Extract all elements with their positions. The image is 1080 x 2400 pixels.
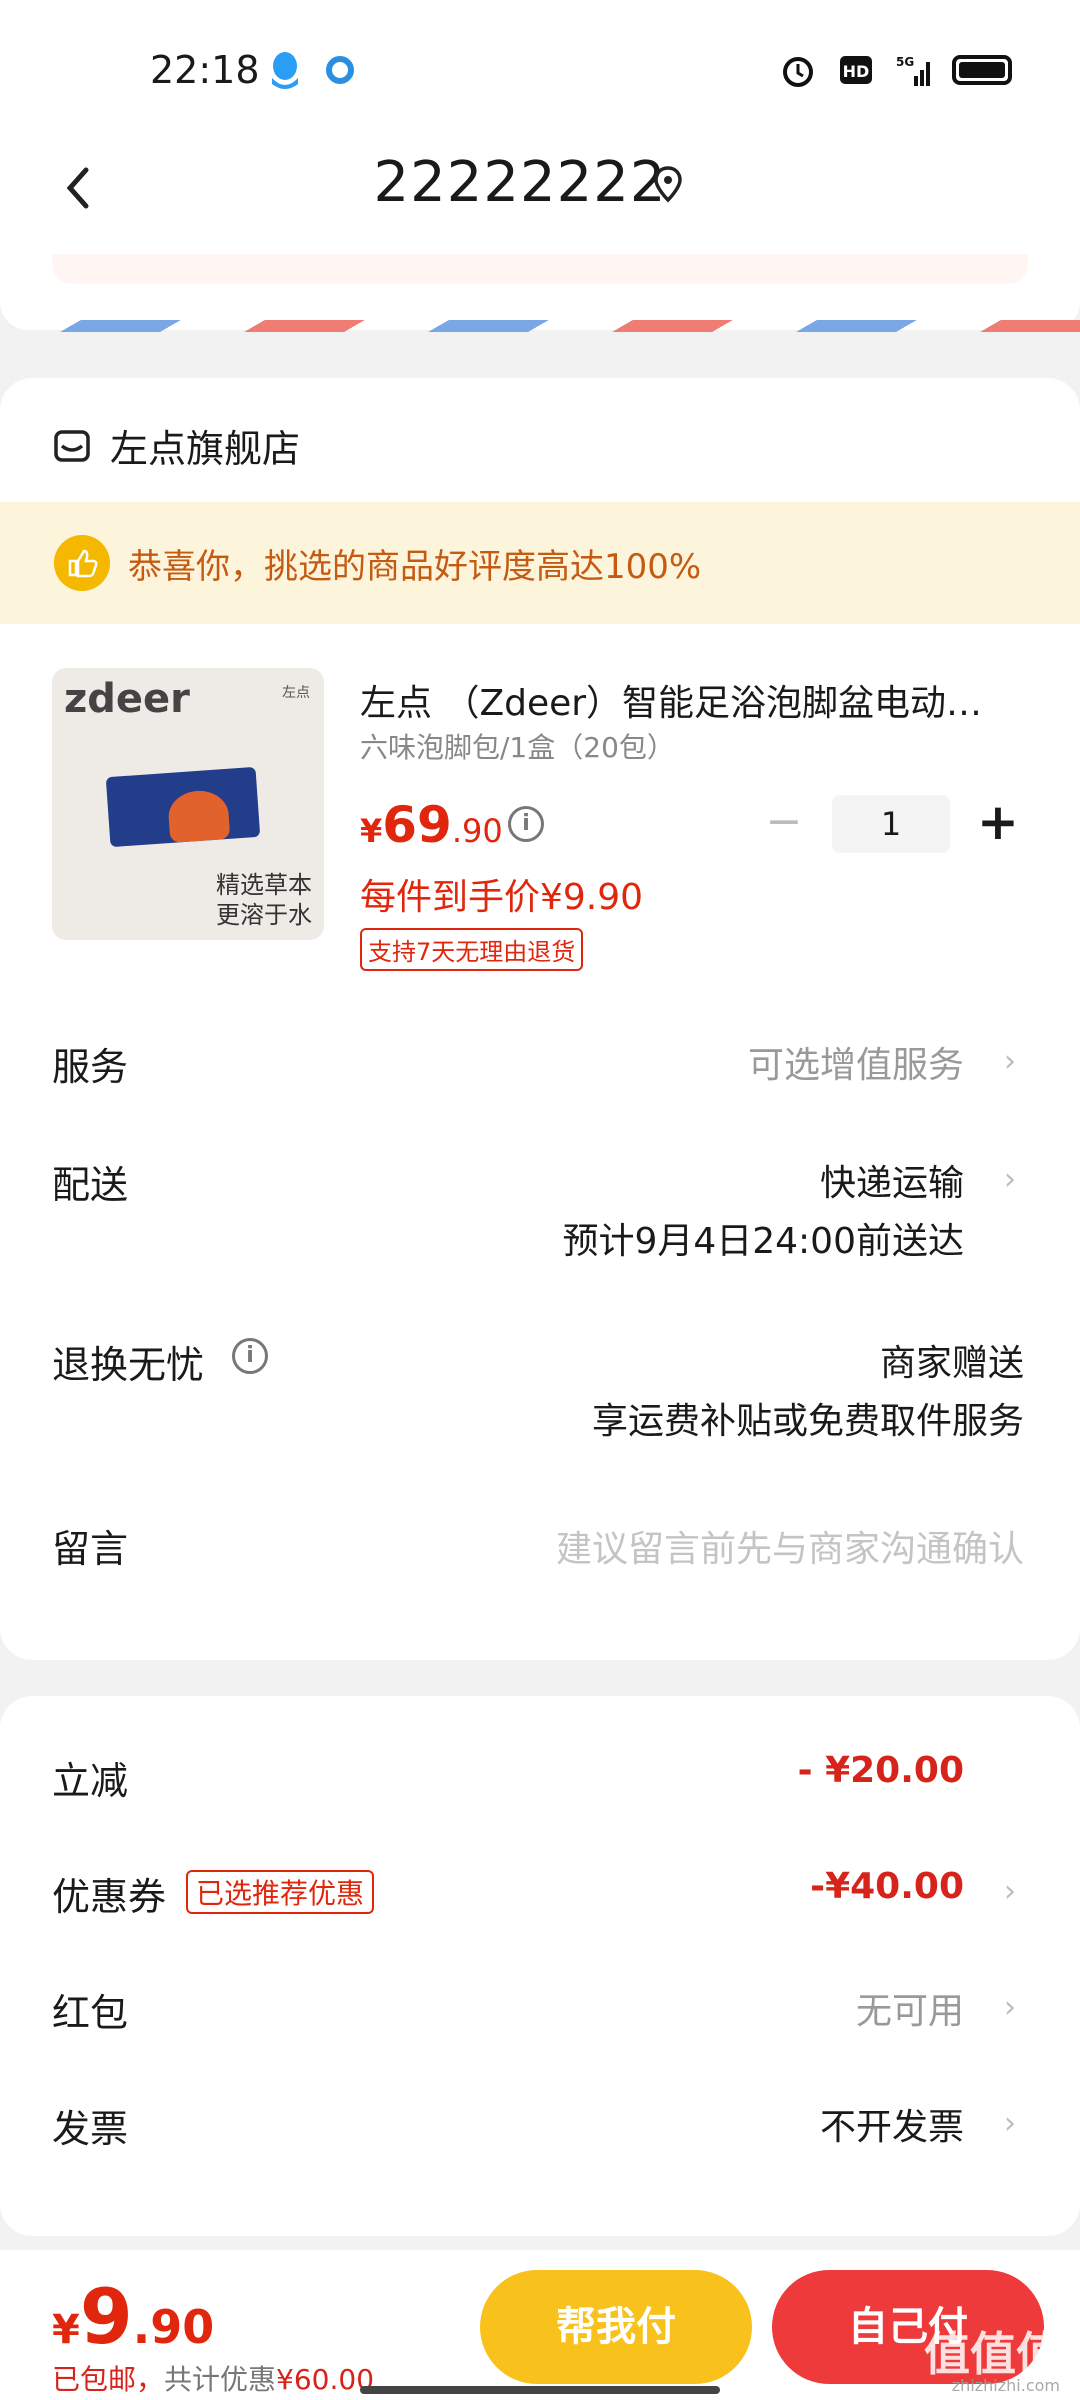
invoice-row[interactable]: 发票 不开发票 › xyxy=(52,2098,1028,2158)
redpacket-label: 红包 xyxy=(52,1991,129,2035)
product-spec[interactable]: 六味泡脚包/1盒（20包） xyxy=(360,726,675,766)
price-info-icon[interactable] xyxy=(508,806,544,842)
total-note: 已包邮，共计优惠¥60.00 xyxy=(52,2363,375,2396)
rating-banner-text: 恭喜你，挑选的商品好评度高达100% xyxy=(128,546,702,587)
page-title: 22222222 xyxy=(373,150,667,215)
hd-icon: HD xyxy=(840,56,872,84)
returns-info-icon[interactable] xyxy=(232,1338,268,1374)
status-icons: HD 5G xyxy=(778,52,1012,88)
product-image[interactable]: zdeer 左点 精选草本 更溶于水 xyxy=(52,668,324,940)
redpacket-row[interactable]: 红包 无可用 › xyxy=(52,1982,1028,2042)
increase-quantity-button[interactable]: + xyxy=(968,794,1028,854)
discounts-card: 立减 - ¥20.00 优惠券 已选推荐优惠 -¥40.00 › 红包 无可用 … xyxy=(0,1696,1080,2236)
product-item: zdeer 左点 精选草本 更溶于水 左点 （Zdeer）智能足浴泡脚盆电动… … xyxy=(52,668,1028,988)
instant-discount-value: - ¥20.00 xyxy=(797,1750,964,1791)
thumbs-up-icon xyxy=(54,535,110,591)
order-card: 左点旗舰店 恭喜你，挑选的商品好评度高达100% zdeer 左点 精选草本 更… xyxy=(0,378,1080,1660)
invoice-label: 发票 xyxy=(52,2107,129,2151)
status-bar: 22:18 HD 5G xyxy=(0,0,1080,140)
qq-notification-icon xyxy=(272,52,298,89)
message-label: 留言 xyxy=(52,1527,129,1571)
invoice-value: 不开发票 xyxy=(819,2107,964,2148)
instant-discount-row: 立减 - ¥20.00 xyxy=(52,1750,1028,1810)
app-notification-icon xyxy=(326,56,354,84)
delivery-row[interactable]: 配送 快递运输 › 预计9月4日24:00前送达 xyxy=(52,1154,1028,1274)
checkout-bar: ¥9.90 已包邮，共计优惠¥60.00 帮我付 自己付 xyxy=(0,2250,1080,2400)
signal-5g-icon: 5G xyxy=(896,55,930,86)
home-indicator[interactable] xyxy=(360,2386,720,2394)
alarm-icon xyxy=(783,57,813,87)
rating-banner: 恭喜你，挑选的商品好评度高达100% xyxy=(0,502,1080,624)
header: 22222222 xyxy=(0,140,1080,240)
chevron-right-icon: › xyxy=(1004,2106,1016,2141)
chevron-right-icon: › xyxy=(1004,1162,1016,1197)
coupon-tag: 已选推荐优惠 xyxy=(186,1870,375,1914)
watermark-url: zhizhizhi.com xyxy=(951,2376,1060,2395)
shop-icon xyxy=(54,429,90,462)
service-value: 可选增值服务 xyxy=(747,1045,964,1086)
address-strip[interactable] xyxy=(52,254,1028,284)
delivery-value: 快递运输 xyxy=(819,1163,964,1204)
shop-row[interactable]: 左点旗舰店 xyxy=(52,418,300,473)
delivery-eta: 预计9月4日24:00前送达 xyxy=(562,1221,964,1262)
quantity-stepper: − 1 + xyxy=(754,794,1028,854)
returns-label: 退换无忧 xyxy=(52,1343,205,1387)
product-image-mini: 左点 xyxy=(282,685,310,701)
chevron-right-icon: › xyxy=(1004,1044,1016,1079)
message-input[interactable]: 建议留言前先与商家沟通确认 xyxy=(556,1520,1024,1572)
chevron-right-icon: › xyxy=(1004,1990,1016,2025)
product-price: ¥69.90 xyxy=(360,796,503,854)
airmail-border xyxy=(0,320,1080,332)
returns-row: 退换无忧 商家赠送 享运费补贴或免费取件服务 xyxy=(52,1334,1028,1454)
product-title[interactable]: 左点 （Zdeer）智能足浴泡脚盆电动… xyxy=(360,674,1020,726)
service-row[interactable]: 服务 可选增值服务 › xyxy=(52,1036,1028,1096)
status-time: 22:18 xyxy=(150,48,260,92)
unit-final-price: 每件到手价¥9.90 xyxy=(360,877,644,918)
product-box-art xyxy=(105,766,261,848)
coupon-label: 优惠券 xyxy=(52,1875,167,1919)
instant-discount-label: 立减 xyxy=(52,1759,129,1803)
returns-value: 商家赠送 xyxy=(879,1343,1024,1384)
chevron-right-icon: › xyxy=(1004,1874,1016,1909)
help-me-pay-button[interactable]: 帮我付 xyxy=(480,2270,752,2384)
message-row[interactable]: 留言 建议留言前先与商家沟通确认 xyxy=(52,1518,1028,1578)
return-policy-tag: 支持7天无理由退货 xyxy=(360,928,584,971)
shop-name: 左点旗舰店 xyxy=(110,427,301,471)
location-pin-icon[interactable] xyxy=(652,164,684,204)
coupon-value: -¥40.00 xyxy=(810,1866,964,1907)
total-price: ¥9.90 xyxy=(52,2272,215,2361)
redpacket-value: 无可用 xyxy=(855,1991,964,2032)
service-label: 服务 xyxy=(52,1045,129,1089)
product-image-brand: zdeer xyxy=(64,676,190,722)
delivery-label: 配送 xyxy=(52,1163,129,1207)
returns-sub: 享运费补贴或免费取件服务 xyxy=(591,1401,1024,1442)
svg-text:5G: 5G xyxy=(896,55,914,69)
decrease-quantity-button[interactable]: − xyxy=(754,794,814,854)
battery-icon xyxy=(952,55,1012,85)
quantity-input[interactable]: 1 xyxy=(832,795,950,853)
top-region: 22:18 HD 5G 22222222 xyxy=(0,0,1080,330)
coupon-row[interactable]: 优惠券 已选推荐优惠 -¥40.00 › xyxy=(52,1866,1028,1926)
svg-text:HD: HD xyxy=(843,62,870,81)
watermark: 值值值 xyxy=(924,2327,1062,2381)
product-image-caption: 精选草本 更溶于水 xyxy=(216,871,312,929)
